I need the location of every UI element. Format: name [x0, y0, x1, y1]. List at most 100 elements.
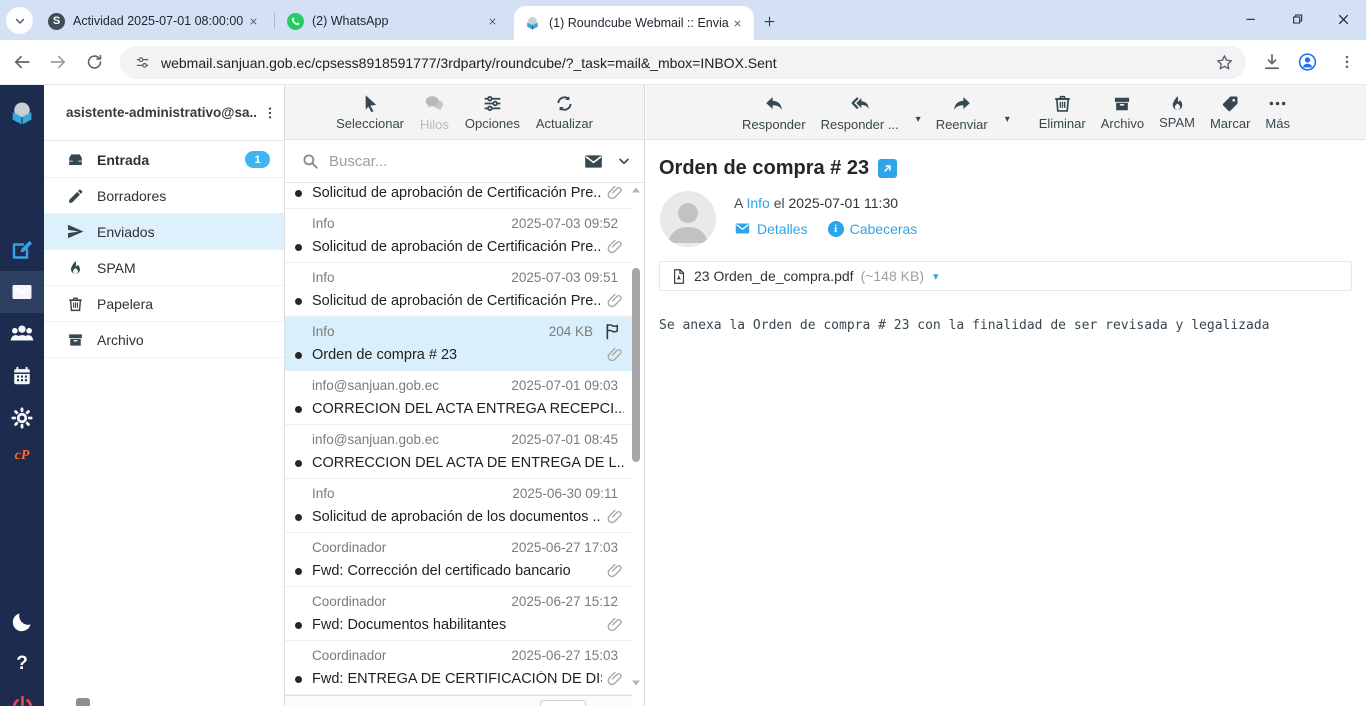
- search-input[interactable]: [329, 153, 583, 170]
- scroll-up-icon[interactable]: [631, 185, 641, 195]
- settings-nav-button[interactable]: [0, 397, 44, 439]
- sidebar-item-borradores[interactable]: Borradores: [44, 178, 284, 214]
- message-date: 2025-06-27 15:12: [511, 594, 618, 609]
- search-options-chevron-icon[interactable]: [616, 153, 632, 169]
- threads-button[interactable]: Hilos: [420, 93, 449, 132]
- tab-whatsapp[interactable]: (2) WhatsApp: [277, 4, 509, 38]
- new-tab-button[interactable]: [756, 8, 782, 34]
- reply-all-caret[interactable]: ▾: [916, 114, 921, 125]
- tab-actividad[interactable]: S Actividad 2025-07-01 08:00:00: [38, 4, 270, 38]
- dark-mode-button[interactable]: [0, 601, 44, 643]
- open-in-new-window-button[interactable]: [878, 159, 897, 178]
- close-window-button[interactable]: [1320, 0, 1366, 38]
- archive-button[interactable]: Archivo: [1101, 94, 1144, 131]
- attachment-row[interactable]: 23 Orden_de_compra.pdf (~148 KB) ▾: [659, 261, 1352, 291]
- sidebar-item-archivo[interactable]: Archivo: [44, 322, 284, 358]
- site-info-button[interactable]: [134, 54, 151, 72]
- mail-icon: [10, 280, 34, 304]
- cpanel-button[interactable]: cP: [0, 435, 44, 477]
- forward-button[interactable]: Reenviar: [936, 93, 988, 132]
- button-label: Responder ...: [821, 117, 899, 132]
- compose-button[interactable]: [0, 229, 44, 271]
- account-menu-button[interactable]: [262, 105, 278, 121]
- headers-label: Cabeceras: [850, 221, 918, 237]
- search-scope-mail-icon[interactable]: [583, 151, 604, 172]
- message-subject-title: Orden de compra # 23: [659, 157, 869, 180]
- options-button[interactable]: Opciones: [465, 93, 520, 131]
- message-sender: Coordinador: [312, 540, 511, 555]
- cpanel-logo: cP: [15, 448, 30, 464]
- tab-close-button[interactable]: [484, 13, 501, 30]
- profile-button[interactable]: [1297, 52, 1318, 73]
- message-row[interactable]: Info2025-07-03 09:52 Solicitud de aproba…: [285, 209, 632, 263]
- reload-button[interactable]: [85, 53, 104, 72]
- minimize-button[interactable]: [1228, 0, 1274, 38]
- tab-close-button[interactable]: [729, 15, 746, 32]
- paperclip-icon: [606, 346, 624, 364]
- sidebar-item-entrada[interactable]: Entrada 1: [44, 142, 284, 178]
- address-bar[interactable]: [120, 46, 1246, 79]
- trash-icon: [1052, 93, 1073, 114]
- list-scrollbar[interactable]: [630, 183, 642, 700]
- forward-button[interactable]: [48, 52, 68, 72]
- forward-caret[interactable]: ▾: [1005, 114, 1010, 125]
- tab-roundcube-active[interactable]: (1) Roundcube Webmail :: Envia: [514, 6, 754, 40]
- unread-dot: [295, 244, 302, 251]
- message-row-selected[interactable]: Info204 KB Orden de compra # 23: [285, 317, 632, 371]
- mail-nav-button[interactable]: [0, 271, 44, 313]
- calendar-nav-button[interactable]: [0, 355, 44, 397]
- scroll-down-icon[interactable]: [631, 678, 641, 688]
- mark-button[interactable]: Marcar: [1210, 94, 1250, 131]
- account-header[interactable]: asistente-administrativo@sa...: [44, 85, 284, 141]
- message-row[interactable]: info@sanjuan.gob.ec2025-07-01 09:03 CORR…: [285, 371, 632, 425]
- browser-menu-button[interactable]: [1338, 53, 1356, 71]
- reply-all-icon: [848, 93, 872, 115]
- button-label: Eliminar: [1039, 116, 1086, 131]
- archive-icon: [1112, 94, 1132, 114]
- reply-button[interactable]: Responder: [742, 93, 806, 132]
- sidebar-item-papelera[interactable]: Papelera: [44, 286, 284, 322]
- select-button[interactable]: Seleccionar: [336, 93, 404, 131]
- download-icon: [1262, 52, 1282, 72]
- message-row[interactable]: Info2025-07-03 09:51 Solicitud de aproba…: [285, 263, 632, 317]
- message-row[interactable]: Coordinador2025-06-27 17:03 Fwd: Correcc…: [285, 533, 632, 587]
- message-row[interactable]: Info2025-06-30 09:11 Solicitud de aproba…: [285, 479, 632, 533]
- message-row[interactable]: Coordinador2025-06-27 15:03 Fwd: ENTREGA…: [285, 641, 632, 695]
- message-sender: Info: [312, 324, 549, 339]
- bookmark-button[interactable]: [1215, 53, 1234, 72]
- tab-close-button[interactable]: [245, 13, 262, 30]
- button-label: Opciones: [465, 116, 520, 131]
- tab-search-button[interactable]: [6, 7, 33, 34]
- headers-toggle[interactable]: i Cabeceras: [828, 221, 918, 237]
- folder-options-icon[interactable]: [76, 698, 90, 706]
- more-button[interactable]: Más: [1265, 93, 1290, 131]
- page-button[interactable]: [540, 700, 586, 706]
- back-button[interactable]: [12, 52, 32, 72]
- contacts-nav-button[interactable]: [0, 313, 44, 355]
- attachment-menu-caret[interactable]: ▾: [933, 270, 939, 283]
- restore-button[interactable]: [1274, 0, 1320, 38]
- message-row[interactable]: info@sanjuan.gob.ec2025-07-01 08:45 CORR…: [285, 425, 632, 479]
- refresh-button[interactable]: Actualizar: [536, 93, 593, 131]
- sidebar-item-spam[interactable]: SPAM: [44, 250, 284, 286]
- message-row[interactable]: Solicitud de aprobación de Certificación…: [285, 183, 632, 209]
- close-icon: [487, 16, 498, 27]
- spam-button[interactable]: SPAM: [1159, 94, 1195, 130]
- sidebar-item-enviados[interactable]: Enviados: [44, 214, 284, 250]
- recipient-link[interactable]: Info: [746, 195, 769, 211]
- downloads-button[interactable]: [1262, 52, 1282, 72]
- scrollbar-thumb[interactable]: [632, 268, 640, 462]
- flame-icon: [66, 259, 85, 277]
- logout-button[interactable]: [0, 685, 44, 706]
- folder-label: SPAM: [97, 260, 136, 276]
- help-button[interactable]: ?: [0, 643, 44, 685]
- details-toggle[interactable]: Detalles: [734, 220, 808, 237]
- message-row[interactable]: Coordinador2025-06-27 15:12 Fwd: Documen…: [285, 587, 632, 641]
- paperclip-icon: [606, 670, 624, 688]
- url-input[interactable]: [161, 55, 1215, 71]
- refresh-icon: [554, 93, 575, 114]
- message-sender: Coordinador: [312, 594, 511, 609]
- reply-all-button[interactable]: Responder ...: [821, 93, 899, 132]
- phone-icon: [290, 16, 301, 27]
- delete-button[interactable]: Eliminar: [1039, 93, 1086, 131]
